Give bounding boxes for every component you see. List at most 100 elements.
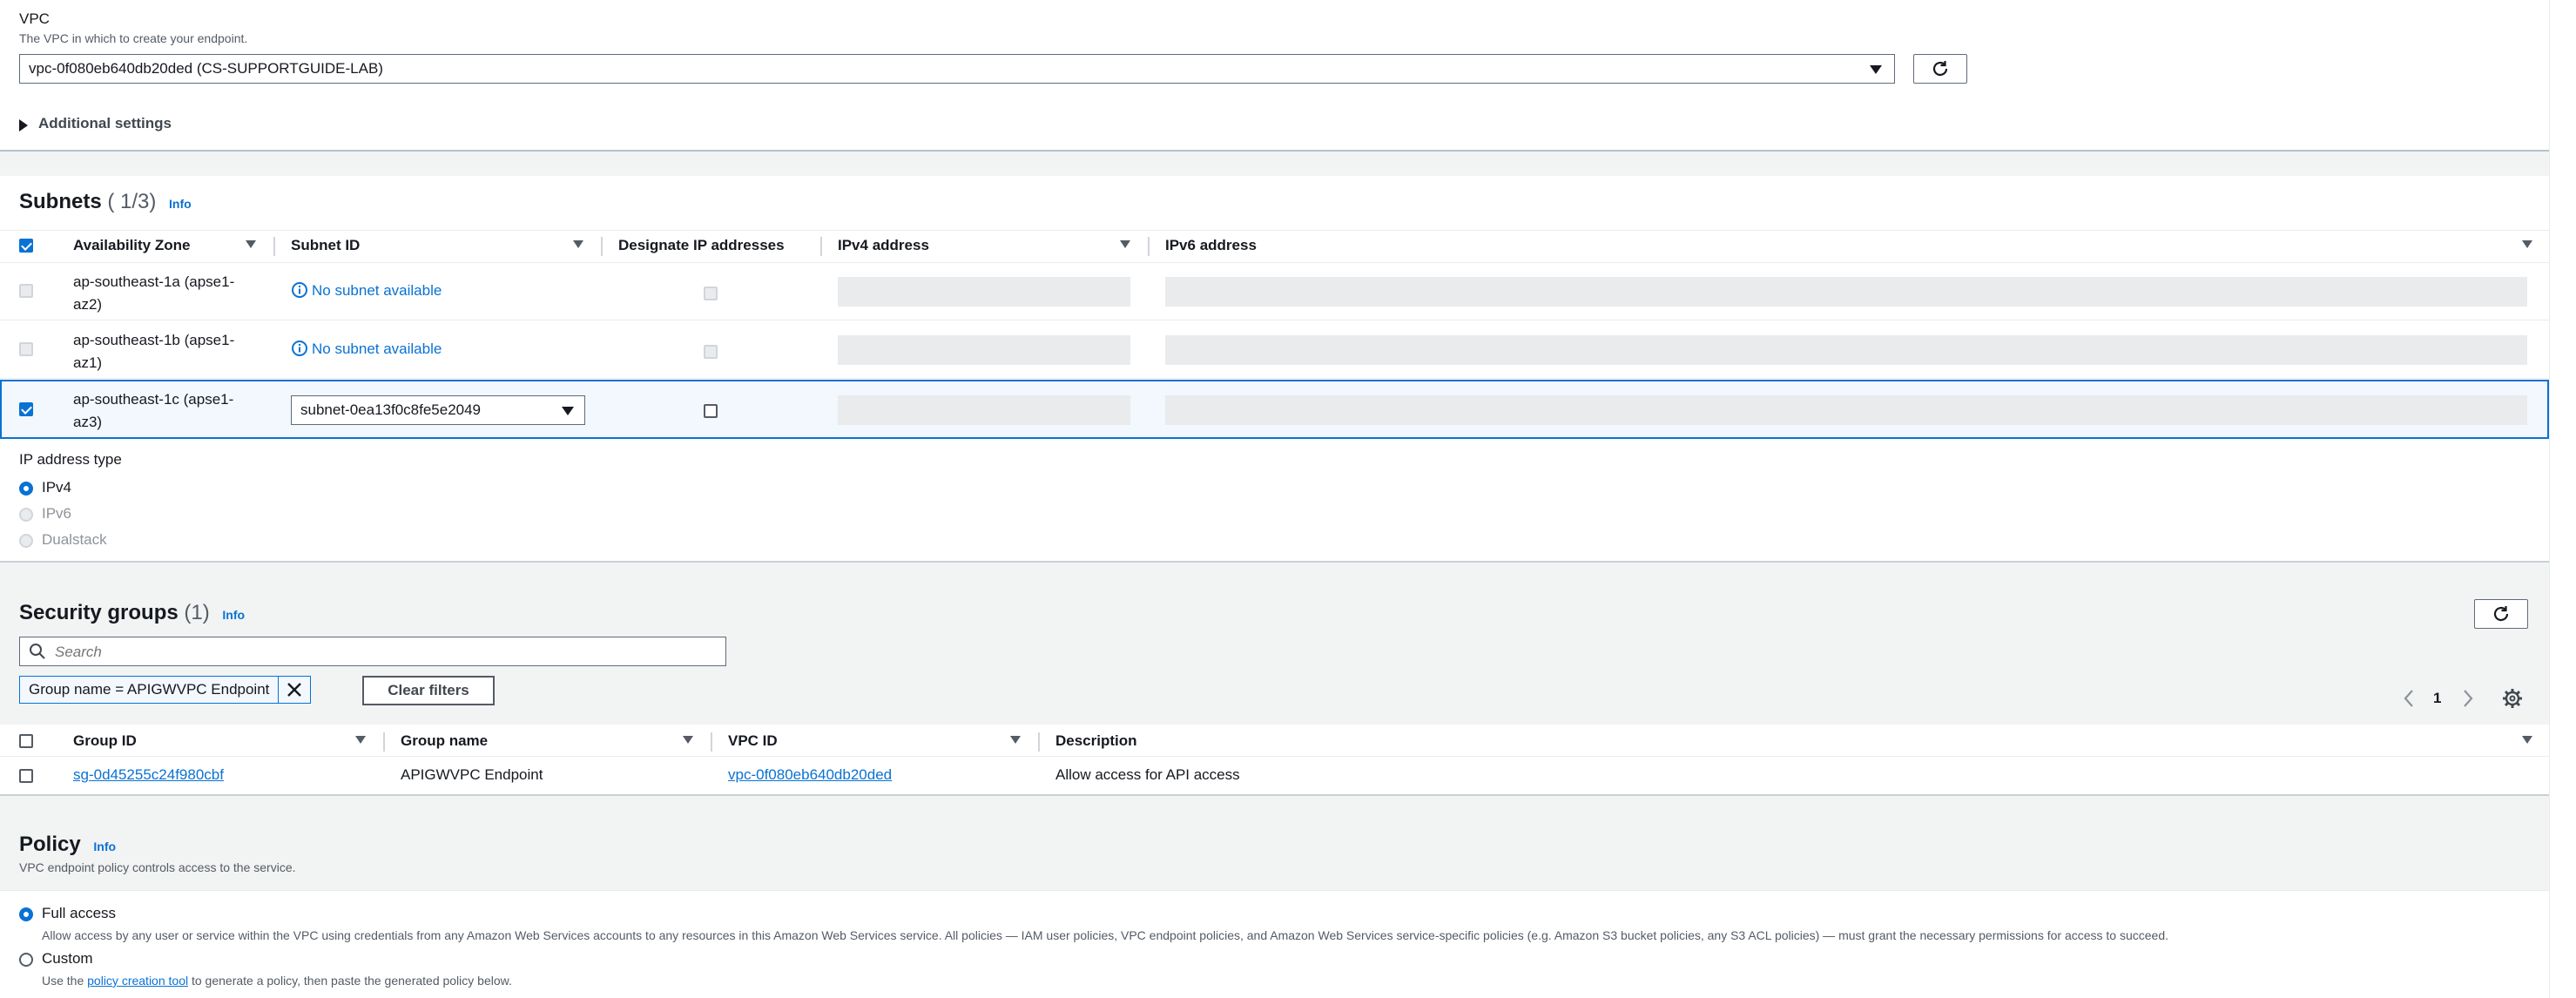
vpc-refresh-button[interactable] xyxy=(1913,54,1967,84)
availability-zone-cell: ap-southeast-1a (apse1- az2) xyxy=(73,271,234,316)
az-line: ap-southeast-1a (apse1- xyxy=(73,273,235,290)
ipv6-address-field xyxy=(1165,277,2527,307)
header-vpc-id[interactable]: VPC ID xyxy=(728,732,778,750)
policy-title-text: Policy xyxy=(19,833,81,856)
header-ipv4-address[interactable]: IPv4 address xyxy=(838,237,929,254)
column-separator[interactable] xyxy=(1038,732,1040,752)
sort-icon xyxy=(246,240,256,248)
policy-info-link[interactable]: Info xyxy=(93,840,116,853)
chevron-right-icon[interactable] xyxy=(2461,689,2475,708)
info-icon xyxy=(292,282,307,298)
table-row[interactable]: sg-0d45255c24f980cbf APIGWVPC Endpoint v… xyxy=(0,757,2549,793)
radio-ipv6-label[interactable]: IPv6 xyxy=(42,505,71,523)
radio-custom-label[interactable]: Custom xyxy=(42,950,93,968)
policy-description: VPC endpoint policy controls access to t… xyxy=(19,860,296,874)
column-separator[interactable] xyxy=(601,237,603,256)
filter-token-dismiss-button[interactable] xyxy=(278,677,310,703)
subnets-title-text: Subnets xyxy=(19,190,102,213)
ipv4-address-field xyxy=(838,395,1130,425)
designate-ip-checkbox[interactable] xyxy=(704,287,718,300)
page-scrollbar[interactable] xyxy=(2549,0,2576,998)
security-groups-refresh-button[interactable] xyxy=(2474,599,2528,629)
table-row-selected[interactable]: ap-southeast-1c (apse1- az3) subnet-0ea1… xyxy=(0,380,2549,439)
column-separator[interactable] xyxy=(711,732,712,752)
filter-token-label: Group name = APIGWVPC Endpoint xyxy=(29,681,270,698)
policy-title: Policy Info xyxy=(19,833,116,857)
header-subnet-id[interactable]: Subnet ID xyxy=(291,237,360,254)
header-group-id[interactable]: Group ID xyxy=(73,732,137,750)
header-ipv6-address[interactable]: IPv6 address xyxy=(1165,237,1257,254)
ipv6-address-field xyxy=(1165,335,2527,365)
row-checkbox[interactable] xyxy=(19,769,33,783)
vpc-label: VPC xyxy=(19,10,50,27)
az-line: ap-southeast-1b (apse1- xyxy=(73,332,235,348)
custom-description: Use the policy creation tool to generate… xyxy=(42,974,512,988)
subnets-select-all-checkbox[interactable] xyxy=(19,239,33,253)
full-access-description: Allow access by any user or service with… xyxy=(42,928,2169,942)
subnets-title: Subnets ( 1/3) Info xyxy=(19,190,192,214)
group-name-cell: APIGWVPC Endpoint xyxy=(401,766,543,783)
custom-desc-post: to generate a policy, then paste the gen… xyxy=(191,974,512,988)
subnets-header-row xyxy=(0,230,2549,263)
ipv4-address-field xyxy=(838,277,1130,307)
group-id-link[interactable]: sg-0d45255c24f980cbf xyxy=(73,766,224,784)
caret-right-icon xyxy=(19,119,28,131)
row-checkbox[interactable] xyxy=(19,284,33,298)
sort-icon xyxy=(2522,736,2532,744)
custom-desc-pre: Use the xyxy=(42,974,84,988)
radio-ipv4-label[interactable]: IPv4 xyxy=(42,479,71,496)
column-separator[interactable] xyxy=(820,237,822,256)
sort-icon xyxy=(1010,736,1021,744)
designate-ip-checkbox[interactable] xyxy=(704,404,718,418)
availability-zone-cell: ap-southeast-1b (apse1- az1) xyxy=(73,329,234,374)
column-separator[interactable] xyxy=(273,237,275,256)
table-row[interactable]: ap-southeast-1b (apse1- az1) No subnet a… xyxy=(0,320,2549,379)
chevron-left-icon[interactable] xyxy=(2402,689,2416,708)
vpc-id-link[interactable]: vpc-0f080eb640db20ded xyxy=(728,766,892,784)
pagination-current-page[interactable]: 1 xyxy=(2433,690,2441,707)
radio-full-access[interactable] xyxy=(19,907,33,921)
row-checkbox[interactable] xyxy=(19,342,33,356)
row-checkbox[interactable] xyxy=(19,402,33,416)
sort-icon xyxy=(683,736,693,744)
sort-icon xyxy=(573,240,583,248)
policy-creation-tool-link[interactable]: policy creation tool xyxy=(87,974,188,988)
subnet-status: No subnet available xyxy=(312,282,442,299)
security-groups-search[interactable] xyxy=(19,637,726,666)
radio-full-access-label[interactable]: Full access xyxy=(42,905,116,922)
security-groups-select-all-checkbox[interactable] xyxy=(19,734,33,748)
az-line: az1) xyxy=(73,354,103,371)
header-designate-ip[interactable]: Designate IP addresses xyxy=(618,237,785,254)
subnet-id-cell: No subnet available xyxy=(291,281,442,300)
radio-custom[interactable] xyxy=(19,953,33,967)
sort-icon xyxy=(2522,240,2532,248)
subnets-info-link[interactable]: Info xyxy=(169,197,192,211)
designate-ip-checkbox[interactable] xyxy=(704,345,718,359)
gap-band xyxy=(0,796,2549,820)
refresh-icon xyxy=(1932,61,1948,77)
radio-ipv6[interactable] xyxy=(19,508,33,522)
close-icon xyxy=(287,683,302,697)
description-cell: Allow access for API access xyxy=(1055,766,1240,783)
column-separator[interactable] xyxy=(383,732,385,752)
header-availability-zone[interactable]: Availability Zone xyxy=(73,237,190,254)
radio-ipv4[interactable] xyxy=(19,482,33,496)
vpc-description: The VPC in which to create your endpoint… xyxy=(19,31,248,45)
clear-filters-button[interactable]: Clear filters xyxy=(362,676,495,705)
subnet-status: No subnet available xyxy=(312,341,442,357)
header-description[interactable]: Description xyxy=(1055,732,1137,750)
security-groups-title: Security groups (1) Info xyxy=(19,601,245,625)
settings-gear-icon[interactable] xyxy=(2502,688,2523,709)
subnet-id-select[interactable]: subnet-0ea13f0c8fe5e2049 xyxy=(291,395,585,425)
column-separator[interactable] xyxy=(1148,237,1150,256)
ipv4-address-field xyxy=(838,335,1130,365)
table-row[interactable]: ap-southeast-1a (apse1- az2) No subnet a… xyxy=(0,262,2549,320)
radio-dualstack-label[interactable]: Dualstack xyxy=(42,531,107,549)
search-input[interactable] xyxy=(53,641,718,664)
vpc-select[interactable]: vpc-0f080eb640db20ded (CS-SUPPORTGUIDE-L… xyxy=(19,54,1895,84)
security-groups-info-link[interactable]: Info xyxy=(222,608,245,622)
subnets-count: ( 1/3) xyxy=(107,190,157,213)
header-group-name[interactable]: Group name xyxy=(401,732,488,750)
radio-dualstack[interactable] xyxy=(19,534,33,548)
filter-token: Group name = APIGWVPC Endpoint xyxy=(19,676,312,704)
